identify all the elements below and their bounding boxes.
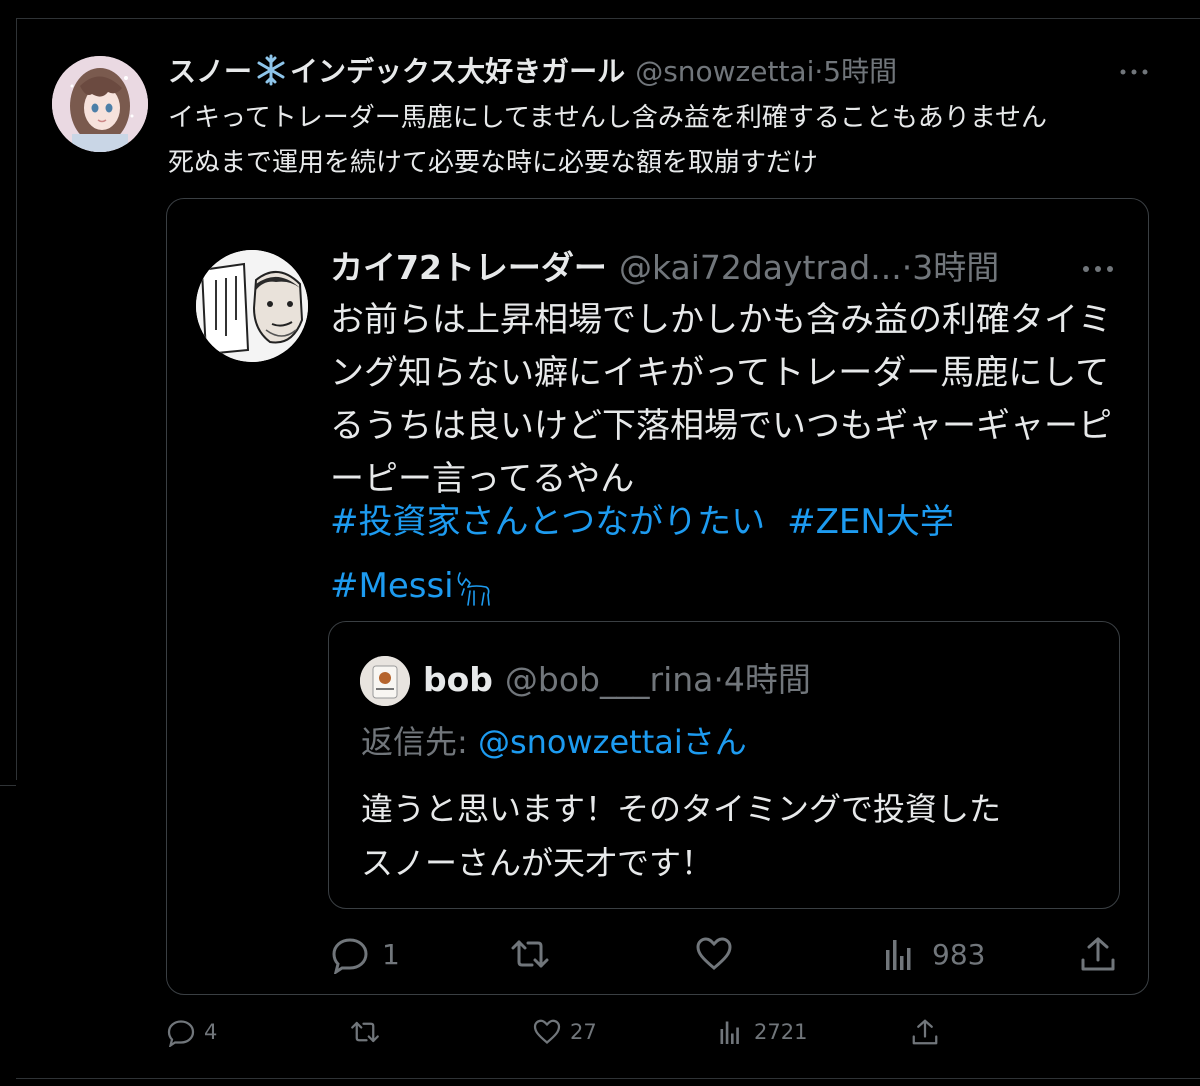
goat-icon [457, 572, 490, 606]
heart-icon [696, 937, 732, 970]
share-icon [1081, 937, 1115, 971]
reply-to-mention[interactable]: @snowzettai [478, 723, 683, 761]
share-button[interactable] [1078, 930, 1118, 978]
quoted-tweet-time[interactable]: 3時間 [912, 248, 999, 287]
reply-icon [332, 938, 368, 974]
quoted-tweet-display-name[interactable]: カイ72トレーダー [330, 248, 607, 287]
main-tweet-more-button[interactable] [1118, 62, 1150, 82]
views-count: 983 [932, 937, 986, 971]
nested-tweet-header: bob @bob___rina·4時間 [423, 658, 811, 702]
more-dots-icon [1120, 69, 1148, 75]
views-bar-chart-icon [886, 940, 911, 970]
reply-to-prefix: 返信先: [361, 723, 478, 761]
retweet-button[interactable] [350, 1012, 388, 1052]
views-bar-chart-icon [720, 1021, 739, 1044]
reply-count: 1 [382, 937, 400, 971]
hashtag-link[interactable]: #投資家さんとつながりたい [330, 502, 765, 542]
frame-border-left [16, 18, 17, 780]
reply-button[interactable]: 4 [166, 1012, 217, 1052]
retweet-icon [351, 1021, 379, 1043]
coffee-cup-avatar-icon [360, 656, 410, 706]
retweet-icon [511, 940, 549, 968]
main-tweet-text: イキってトレーダー馬鹿にしてませんし含み益を利確することもありません 死ぬまで運… [168, 96, 1168, 186]
more-dots-icon [1083, 266, 1113, 272]
like-count: 27 [570, 1020, 597, 1044]
nested-tweet-avatar[interactable] [360, 656, 410, 706]
quoted-tweet-hashtags: #投資家さんとつながりたい #ZEN大学 #Messi [330, 490, 1120, 618]
main-tweet-text-line: イキってトレーダー馬鹿にしてませんし含み益を利確することもありません [168, 103, 1048, 133]
heart-icon [533, 1019, 561, 1044]
views-count: 2721 [754, 1020, 808, 1044]
frame-border-bottom [16, 1078, 1200, 1079]
nested-tweet-separator: · [713, 660, 724, 699]
nested-tweet-handle[interactable]: @bob___rina [505, 660, 713, 699]
main-tweet-actions: 4 27 2721 [166, 1012, 946, 1052]
views-button[interactable]: 2721 [716, 1012, 807, 1052]
quoted-tweet-text: お前らは上昇相場でしかしかも含み益の利確タイミング知らない癖にイキがってトレーダ… [330, 300, 1112, 499]
main-tweet-time[interactable]: 5時間 [823, 55, 897, 88]
nested-tweet-text-line: スノーさんが天才です！ [361, 844, 714, 882]
main-tweet-text-line: 死ぬまで運用を続けて必要な時に必要な額を取崩すだけ [168, 148, 819, 178]
main-tweet-handle[interactable]: @snowzettai [635, 55, 814, 88]
like-button[interactable] [694, 930, 746, 978]
main-tweet-separator: · [814, 55, 824, 88]
like-button[interactable]: 27 [532, 1012, 597, 1052]
main-tweet-header: スノー インデックス大好きガール @snowzettai·5時間 [168, 52, 897, 92]
quoted-tweet-more-button[interactable] [1080, 258, 1116, 280]
nested-tweet-time[interactable]: 4時間 [724, 660, 811, 699]
main-tweet-display-name[interactable]: スノー インデックス大好きガール [168, 54, 625, 88]
manga-man-avatar-icon [196, 250, 308, 362]
reply-count: 4 [204, 1020, 218, 1044]
hashtag-link[interactable]: #Messi [330, 566, 454, 606]
nested-tweet-display-name[interactable]: bob [423, 660, 493, 699]
nested-tweet-text: 違うと思います！そのタイミングで投資した スノーさんが天才です！ [361, 782, 1101, 890]
share-button[interactable] [910, 1012, 940, 1052]
main-tweet-avatar[interactable] [52, 56, 148, 152]
nested-tweet-reply-to: 返信先: @snowzettaiさん [361, 720, 747, 764]
views-button[interactable]: 983 [880, 930, 985, 978]
frame-border-left-tick [0, 785, 16, 786]
share-icon [912, 1019, 938, 1045]
reply-to-suffix: さん [682, 723, 747, 761]
reply-icon [167, 1020, 195, 1047]
quoted-tweet-header: カイ72トレーダー @kai72daytrad...·3時間 [330, 246, 999, 290]
anime-girl-avatar-icon [52, 56, 148, 152]
retweet-button[interactable] [510, 930, 562, 978]
frame-border-top [16, 18, 1200, 19]
reply-button[interactable]: 1 [330, 930, 400, 978]
hashtag-link[interactable]: #ZEN大学 [787, 502, 954, 542]
nested-tweet-text-line: 違うと思います！そのタイミングで投資した [361, 790, 1002, 828]
quoted-tweet-handle[interactable]: @kai72daytrad... [619, 248, 902, 287]
quoted-tweet-avatar[interactable] [196, 250, 308, 362]
quoted-tweet-separator: · [901, 248, 913, 287]
quoted-tweet-actions: 1 983 [330, 930, 1120, 978]
snowflake-icon [257, 54, 285, 86]
